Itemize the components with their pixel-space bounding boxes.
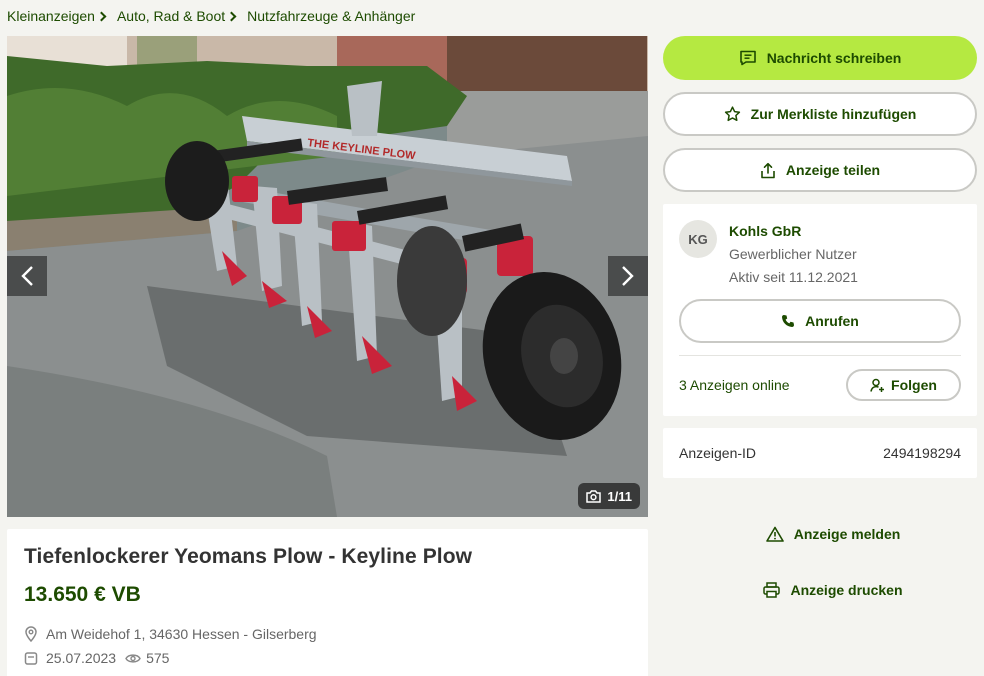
listing-info-card: Tiefenlockerer Yeomans Plow - Keyline Pl… xyxy=(7,529,648,676)
previous-image-button[interactable] xyxy=(7,256,47,296)
call-label: Anrufen xyxy=(805,313,859,329)
write-message-button[interactable]: Nachricht schreiben xyxy=(663,36,977,80)
warning-icon xyxy=(765,526,784,542)
seller-divider xyxy=(679,355,961,356)
image-gallery[interactable]: THE KEYLINE PLOW 1/11 xyxy=(7,36,648,517)
location-text: Am Weidehof 1, 34630 Hessen - Gilserberg xyxy=(46,626,317,642)
print-label: Anzeige drucken xyxy=(790,582,903,598)
share-listing-button[interactable]: Anzeige teilen xyxy=(663,148,977,192)
chevron-right-icon xyxy=(226,11,237,21)
seller-avatar[interactable]: KG xyxy=(679,220,717,258)
follow-user-icon xyxy=(870,378,885,392)
calendar-icon xyxy=(24,652,38,665)
call-button[interactable]: Anrufen xyxy=(679,299,961,343)
seller-name[interactable]: Kohls GbR xyxy=(729,223,858,239)
chevron-right-icon xyxy=(622,266,634,286)
view-count-text: 575 xyxy=(146,650,170,666)
follow-button[interactable]: Folgen xyxy=(846,369,961,401)
listing-date-views: 25.07.2023 575 xyxy=(24,650,631,666)
chevron-left-icon xyxy=(21,266,33,286)
watchlist-label: Zur Merkliste hinzufügen xyxy=(750,106,917,122)
print-listing-button[interactable]: Anzeige drucken xyxy=(663,578,984,602)
listing-photo: THE KEYLINE PLOW xyxy=(7,36,648,517)
breadcrumb-link-auto-rad-boot[interactable]: Auto, Rad & Boot xyxy=(117,8,225,24)
add-to-watchlist-button[interactable]: Zur Merkliste hinzufügen xyxy=(663,92,977,136)
camera-icon xyxy=(586,489,602,503)
seller-card: KG Kohls GbR Gewerblicher Nutzer Aktiv s… xyxy=(663,204,977,416)
breadcrumb: Kleinanzeigen Auto, Rad & Boot Nutzfahrz… xyxy=(7,8,415,24)
listing-title: Tiefenlockerer Yeomans Plow - Keyline Pl… xyxy=(24,545,473,568)
report-listing-button[interactable]: Anzeige melden xyxy=(663,522,984,546)
listing-price: 13.650 € VB xyxy=(24,583,141,606)
location-pin-icon xyxy=(25,626,37,642)
chevron-right-icon xyxy=(96,11,107,21)
follow-label: Folgen xyxy=(891,377,937,393)
ad-id-card: Anzeigen-ID 2494198294 xyxy=(663,428,977,478)
breadcrumb-link-kleinanzeigen[interactable]: Kleinanzeigen xyxy=(7,8,95,24)
message-icon xyxy=(739,50,756,66)
breadcrumb-link-nutzfahrzeuge[interactable]: Nutzfahrzeuge & Anhänger xyxy=(247,8,415,24)
next-image-button[interactable] xyxy=(608,256,648,296)
listing-location: Am Weidehof 1, 34630 Hessen - Gilserberg xyxy=(24,626,631,642)
share-label: Anzeige teilen xyxy=(785,162,881,178)
date-text: 25.07.2023 xyxy=(46,650,117,666)
seller-active-since: Aktiv seit 11.12.2021 xyxy=(729,269,858,285)
write-message-label: Nachricht schreiben xyxy=(766,50,902,66)
share-icon xyxy=(761,162,775,178)
ad-id-label: Anzeigen-ID xyxy=(679,445,757,461)
image-counter-text: 1/11 xyxy=(607,488,632,504)
eye-icon xyxy=(125,653,141,663)
seller-ads-online-link[interactable]: 3 Anzeigen online xyxy=(679,377,790,393)
printer-icon xyxy=(763,582,781,598)
phone-icon xyxy=(782,315,795,327)
ad-id-value: 2494198294 xyxy=(883,445,961,461)
report-label: Anzeige melden xyxy=(793,526,901,542)
image-counter[interactable]: 1/11 xyxy=(578,483,640,509)
seller-type: Gewerblicher Nutzer xyxy=(729,246,857,262)
star-icon xyxy=(724,106,740,122)
view-count: 575 xyxy=(125,650,169,666)
